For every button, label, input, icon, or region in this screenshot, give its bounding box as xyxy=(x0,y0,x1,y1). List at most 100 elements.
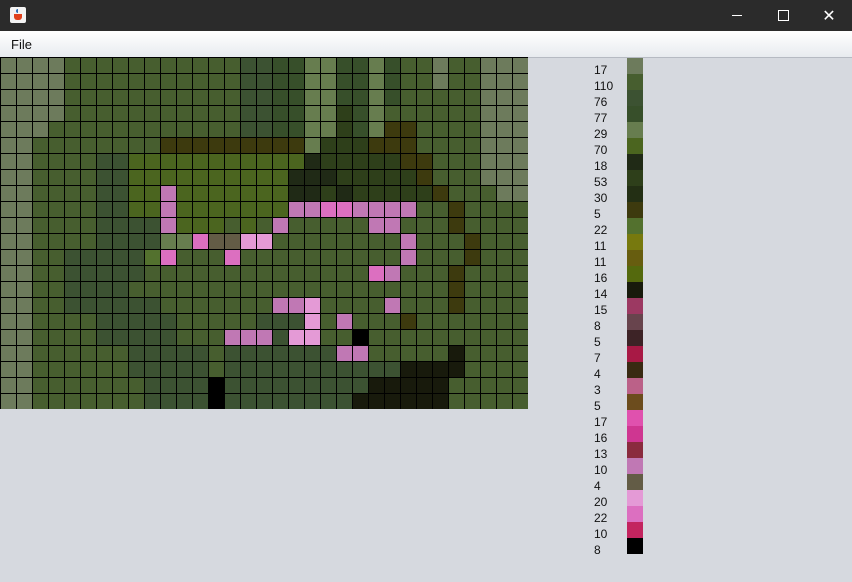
mosaic-tile xyxy=(353,74,368,89)
mosaic-tile xyxy=(193,266,208,281)
mosaic-tile xyxy=(145,346,160,361)
mosaic-tile xyxy=(257,106,272,121)
mosaic-tile xyxy=(1,138,16,153)
mosaic-tile xyxy=(513,106,528,121)
mosaic-tile xyxy=(145,74,160,89)
mosaic-tile xyxy=(177,346,192,361)
mosaic-tile xyxy=(369,74,384,89)
mosaic-tile xyxy=(177,298,192,313)
mosaic-tile xyxy=(65,202,80,217)
mosaic-tile xyxy=(241,362,256,377)
mosaic-tile xyxy=(193,202,208,217)
mosaic-tile xyxy=(401,266,416,281)
mosaic-tile xyxy=(497,234,512,249)
mosaic-tile xyxy=(113,122,128,137)
mosaic-tile xyxy=(337,378,352,393)
mosaic-tile xyxy=(145,266,160,281)
legend-swatch xyxy=(627,410,643,426)
mosaic-tile xyxy=(209,378,224,393)
mosaic-tile xyxy=(369,250,384,265)
close-button[interactable]: ✕ xyxy=(806,0,852,31)
mosaic-tile xyxy=(353,298,368,313)
mosaic-tile xyxy=(161,378,176,393)
mosaic-tile xyxy=(161,346,176,361)
mosaic-tile xyxy=(81,218,96,233)
mosaic-tile xyxy=(209,90,224,105)
mosaic-tile xyxy=(17,58,32,73)
mosaic-tile xyxy=(369,314,384,329)
mosaic-tile xyxy=(65,362,80,377)
mosaic-tile xyxy=(81,362,96,377)
mosaic-tile xyxy=(353,122,368,137)
mosaic-tile xyxy=(177,106,192,121)
mosaic-tile xyxy=(97,154,112,169)
mosaic-tile xyxy=(49,90,64,105)
mosaic-tile xyxy=(417,218,432,233)
mosaic-tile xyxy=(161,218,176,233)
mosaic-tile xyxy=(449,202,464,217)
mosaic-tile xyxy=(113,314,128,329)
mosaic-tile xyxy=(225,170,240,185)
mosaic-tile xyxy=(17,362,32,377)
mosaic-tile xyxy=(1,170,16,185)
mosaic-tile xyxy=(65,298,80,313)
mosaic-tile xyxy=(161,170,176,185)
mosaic-tile xyxy=(225,282,240,297)
mosaic-tile xyxy=(97,266,112,281)
mosaic-tile xyxy=(97,282,112,297)
mosaic-tile xyxy=(81,202,96,217)
mosaic-tile xyxy=(337,266,352,281)
mosaic-tile xyxy=(145,186,160,201)
mosaic-tile xyxy=(241,330,256,345)
mosaic-tile xyxy=(353,186,368,201)
mosaic-tile xyxy=(113,282,128,297)
maximize-button[interactable] xyxy=(760,0,806,31)
minimize-button[interactable] xyxy=(714,0,760,31)
mosaic-tile xyxy=(177,314,192,329)
legend-count: 16 xyxy=(594,271,608,285)
mosaic-tile xyxy=(97,250,112,265)
mosaic-tile xyxy=(337,394,352,409)
mosaic-tile xyxy=(97,314,112,329)
mosaic-tile xyxy=(433,202,448,217)
mosaic-tile xyxy=(129,330,144,345)
mosaic-tile xyxy=(113,394,128,409)
menu-file[interactable]: File xyxy=(5,31,38,57)
mosaic-tile xyxy=(129,122,144,137)
mosaic-tile xyxy=(289,378,304,393)
mosaic-tile xyxy=(321,202,336,217)
mosaic-tile xyxy=(257,378,272,393)
mosaic-tile xyxy=(225,58,240,73)
mosaic-tile xyxy=(193,346,208,361)
mosaic-tile xyxy=(209,394,224,409)
mosaic-tile xyxy=(385,298,400,313)
mosaic-tile xyxy=(465,202,480,217)
mosaic-canvas xyxy=(0,57,528,409)
legend-count: 10 xyxy=(594,463,608,477)
mosaic-tile xyxy=(209,314,224,329)
legend-swatch xyxy=(627,314,643,330)
mosaic-tile xyxy=(433,266,448,281)
mosaic-tile xyxy=(497,186,512,201)
mosaic-tile xyxy=(17,186,32,201)
mosaic-tile xyxy=(417,74,432,89)
legend-swatch xyxy=(627,170,643,186)
mosaic-tile xyxy=(193,90,208,105)
mosaic-tile xyxy=(449,330,464,345)
mosaic-tile xyxy=(161,362,176,377)
mosaic-tile xyxy=(81,266,96,281)
mosaic-tile xyxy=(161,90,176,105)
mosaic-tile xyxy=(497,394,512,409)
mosaic-tile xyxy=(193,154,208,169)
mosaic-tile xyxy=(17,122,32,137)
mosaic-tile xyxy=(353,138,368,153)
mosaic-tile xyxy=(385,138,400,153)
legend-swatch xyxy=(627,266,643,282)
mosaic-tile xyxy=(113,218,128,233)
mosaic-tile xyxy=(177,74,192,89)
mosaic-tile xyxy=(305,314,320,329)
mosaic-tile xyxy=(433,218,448,233)
mosaic-tile xyxy=(305,234,320,249)
mosaic-tile xyxy=(433,250,448,265)
mosaic-tile xyxy=(225,74,240,89)
